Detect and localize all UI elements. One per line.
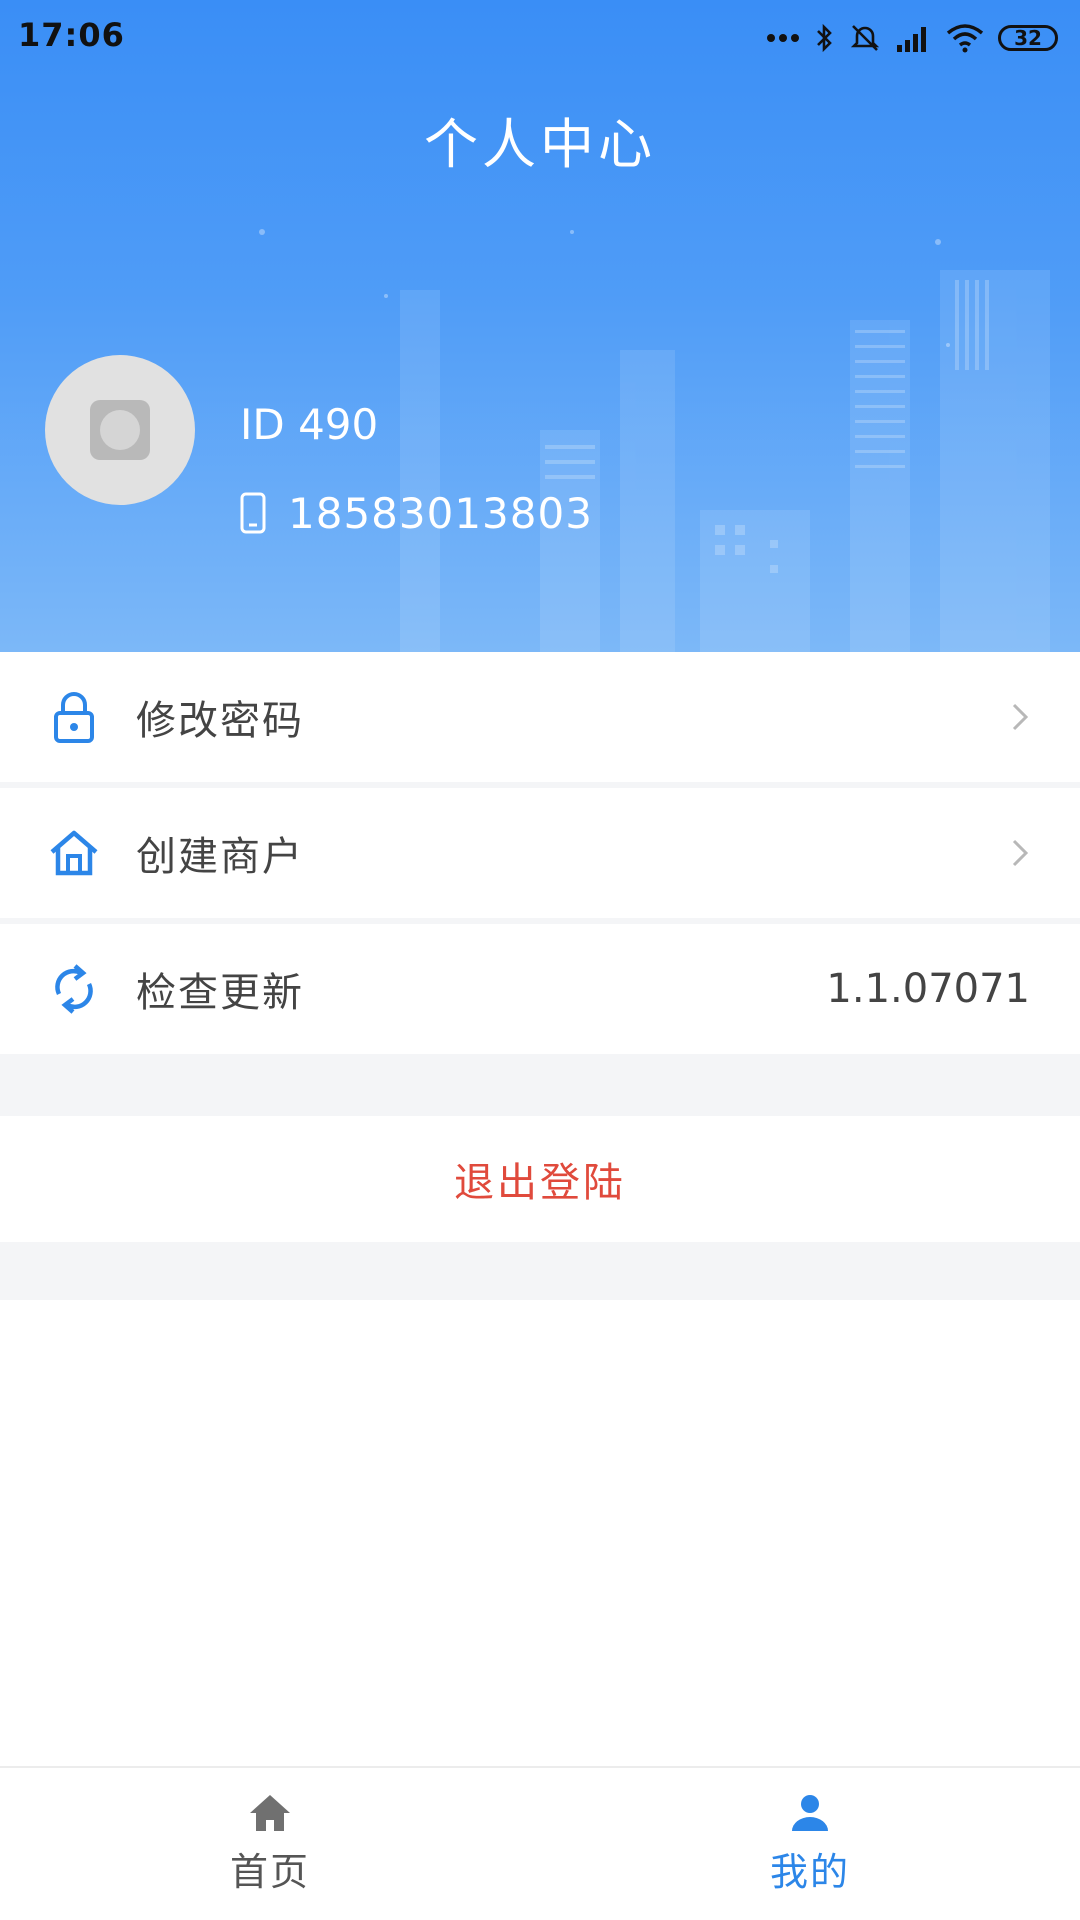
app-version: 1.1.07071 bbox=[826, 966, 1030, 1012]
tab-mine[interactable]: 我的 bbox=[540, 1768, 1080, 1920]
menu-item-change-password[interactable]: 修改密码 bbox=[0, 652, 1080, 788]
house-icon bbox=[44, 830, 104, 876]
menu-item-check-update[interactable]: 检查更新 1.1.07071 bbox=[0, 924, 1080, 1060]
phone-icon bbox=[240, 492, 266, 534]
lock-icon bbox=[44, 691, 104, 743]
tab-label: 我的 bbox=[769, 1849, 850, 1894]
settings-menu: 修改密码 创建商户 检查更新 1.1.07071 退出登陆 bbox=[0, 652, 1080, 1300]
user-phone: 18583013803 bbox=[288, 488, 593, 538]
section-separator bbox=[0, 1060, 1080, 1116]
menu-label: 修改密码 bbox=[136, 698, 304, 744]
chevron-right-icon bbox=[1012, 703, 1029, 731]
status-icons: 32 bbox=[766, 18, 1058, 58]
user-id: ID 490 bbox=[240, 400, 379, 449]
more-dots-icon bbox=[767, 34, 799, 42]
status-time: 17:06 bbox=[18, 16, 125, 54]
menu-label: 检查更新 bbox=[136, 970, 304, 1016]
home-icon bbox=[250, 1794, 290, 1831]
section-separator bbox=[0, 1242, 1080, 1300]
wifi-icon bbox=[946, 24, 984, 53]
menu-item-create-merchant[interactable]: 创建商户 bbox=[0, 788, 1080, 924]
bottom-nav: 首页 我的 bbox=[0, 1766, 1080, 1920]
mute-icon bbox=[850, 25, 880, 51]
city-skyline-decoration bbox=[259, 229, 1050, 652]
status-bar: 17:06 32 bbox=[0, 0, 1080, 72]
menu-label: 创建商户 bbox=[136, 834, 304, 880]
avatar-placeholder-icon bbox=[90, 400, 150, 460]
chevron-right-icon bbox=[1012, 839, 1029, 867]
user-icon bbox=[792, 1794, 828, 1831]
logout-button[interactable]: 退出登陆 bbox=[0, 1116, 1080, 1242]
signal-icon bbox=[897, 27, 926, 52]
profile-header: 17:06 32 个人中心 ID 490 18583013803 bbox=[0, 0, 1080, 652]
user-phone-row: 18583013803 bbox=[240, 486, 593, 540]
avatar[interactable] bbox=[45, 355, 195, 505]
battery-icon: 32 bbox=[998, 25, 1058, 51]
bluetooth-icon bbox=[817, 23, 832, 53]
refresh-icon bbox=[44, 962, 104, 1016]
tab-label: 首页 bbox=[229, 1849, 310, 1894]
page-title: 个人中心 bbox=[424, 113, 656, 176]
logout-label: 退出登陆 bbox=[454, 1160, 626, 1206]
tab-home[interactable]: 首页 bbox=[0, 1768, 540, 1920]
